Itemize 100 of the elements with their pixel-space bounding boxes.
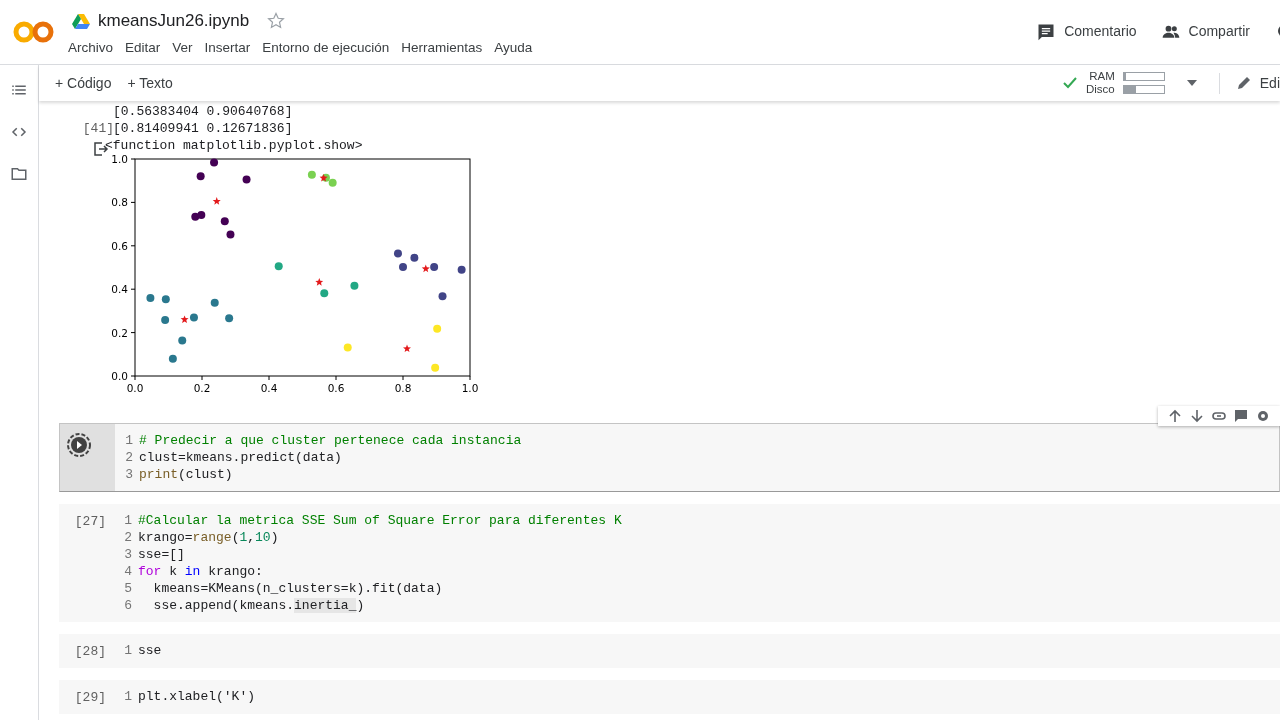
data-point <box>430 263 439 272</box>
data-point <box>350 281 359 290</box>
execution-count: [27] <box>73 513 107 530</box>
output-text: [0.56383404 0.90640768] <box>113 103 294 120</box>
resource-label: RAM <box>1088 70 1115 83</box>
add-code-button[interactable]: + Código <box>47 72 120 94</box>
link-icon <box>1212 409 1226 423</box>
centroid-marker <box>212 197 221 205</box>
share-button[interactable]: Compartir <box>1160 21 1250 42</box>
tick-label: 0.0 <box>126 382 144 393</box>
data-point <box>189 313 198 322</box>
code-cell[interactable]: [29] 1 plt.xlabel('K') <box>59 680 1280 714</box>
data-point <box>196 172 205 181</box>
tick-label: 0.2 <box>193 382 211 393</box>
folder-icon[interactable] <box>10 165 28 183</box>
menu-item[interactable]: Archivo <box>62 37 119 58</box>
code-line: # Predecir a que cluster pertenece cada instancia <box>139 432 522 449</box>
tick-label: 0.0 <box>111 370 128 382</box>
line-number: 1 <box>123 512 132 529</box>
drive-icon[interactable] <box>72 12 90 29</box>
tick-label: 0.4 <box>260 382 278 393</box>
code-cell[interactable]: 1 # Predecir a que cluster pertenece cada instancia 2 clust=kmeans.predict(data) 3 print(clust) <box>59 423 1280 492</box>
data-point <box>431 363 440 372</box>
code-line: for k in krango: <box>138 563 263 580</box>
data-point <box>307 170 316 179</box>
data-point <box>225 314 234 323</box>
resource-label: Disco <box>1086 83 1115 96</box>
data-point <box>410 253 419 262</box>
data-point <box>320 289 329 298</box>
data-point <box>210 158 219 167</box>
code-line: #Calcular la metrica SSE Sum of Square Error para diferentes K <box>138 512 622 529</box>
line-number: 2 <box>124 449 133 466</box>
code-cell[interactable]: [28] 1 sse <box>59 634 1280 668</box>
data-point <box>220 217 229 226</box>
move-down-icon <box>1190 409 1204 423</box>
data-point <box>399 263 407 272</box>
data-point <box>343 343 352 352</box>
data-point <box>328 178 337 187</box>
execution-count: [29] <box>73 689 107 706</box>
caret-icon[interactable] <box>1186 80 1197 86</box>
data-point <box>274 262 283 271</box>
tick-label: 0.8 <box>394 382 412 393</box>
data-point <box>242 175 251 184</box>
code-line: print(clust) <box>139 466 233 483</box>
output-text: <function matplotlib.pyplot.show> <box>105 137 364 154</box>
data-point <box>210 298 219 307</box>
star-icon[interactable] <box>267 11 286 30</box>
comment-button[interactable]: Comentario <box>1036 21 1137 42</box>
edit-button[interactable]: Edi <box>1218 72 1280 94</box>
centroid-marker <box>421 264 430 273</box>
code-line: sse=[] <box>138 546 185 563</box>
menu-item[interactable]: Ayuda <box>488 37 539 58</box>
data-point <box>161 295 170 304</box>
data-point <box>438 292 447 301</box>
data-point <box>433 324 442 333</box>
centroid-marker <box>403 344 411 353</box>
tick-label: 0.4 <box>111 283 128 296</box>
line-number: 1 <box>123 642 132 659</box>
notebook-title[interactable]: kmeansJun26.ipynb <box>98 8 250 34</box>
data-point <box>178 336 187 345</box>
code-line: kmeans=KMeans(n_clusters=k).fit(data) <box>152 580 443 597</box>
code-cell[interactable]: [27] 1 #Calcular la metrica SSE Sum of Square Error para diferentes K 2 krango=range(1,10) 3 sse=[] 4 for k in krango: 5 kmeans=KMeans(n_clusters=k).fit(data) 6 sse.append(kmeans.inertia_) <box>59 504 1280 622</box>
tick-label: 1.0 <box>111 155 128 165</box>
menu-item[interactable]: Herramientas <box>395 37 489 58</box>
code-line: sse <box>138 642 162 659</box>
menu-item[interactable]: Insertar <box>198 37 257 58</box>
tick-label: 0.6 <box>111 239 128 252</box>
tick-label: 0.2 <box>111 326 128 339</box>
menu-item[interactable]: Entorno de ejecución <box>256 37 396 58</box>
code-line: krango=range(1,10) <box>138 529 279 546</box>
settings-icon <box>1256 409 1270 423</box>
data-point <box>457 265 466 274</box>
line-number: 3 <box>123 546 132 563</box>
data-point <box>226 230 235 239</box>
line-number: 6 <box>123 597 132 614</box>
menu-item[interactable]: Editar <box>119 37 167 58</box>
tick-label: 0.6 <box>327 382 345 393</box>
line-number: 1 <box>123 688 132 705</box>
tick-label: 0.8 <box>111 196 128 209</box>
code-line: sse.append(kmeans.inertia_) <box>152 597 365 614</box>
add-text-button[interactable]: + Texto <box>119 72 181 94</box>
execution-count: [28] <box>73 643 107 660</box>
output-text: [0.81409941 0.12671836] <box>113 120 294 137</box>
data-point <box>161 316 170 324</box>
data-point <box>191 212 200 221</box>
move-up-icon <box>1168 409 1182 423</box>
run-button[interactable] <box>66 432 92 458</box>
data-point <box>168 354 177 363</box>
pencil-icon <box>1235 75 1252 91</box>
centroid-marker <box>315 278 324 286</box>
line-number: 4 <box>123 563 132 580</box>
data-point <box>394 249 402 258</box>
line-number: 3 <box>124 466 133 483</box>
tick-label: 1.0 <box>461 382 479 393</box>
code-line: plt.xlabel('K') <box>138 688 256 705</box>
menu-item[interactable]: Ver <box>166 37 199 58</box>
code-line: clust=kmeans.predict(data) <box>139 449 342 466</box>
data-point <box>146 293 155 302</box>
centroid-marker <box>180 315 189 323</box>
line-number: 5 <box>123 580 132 597</box>
